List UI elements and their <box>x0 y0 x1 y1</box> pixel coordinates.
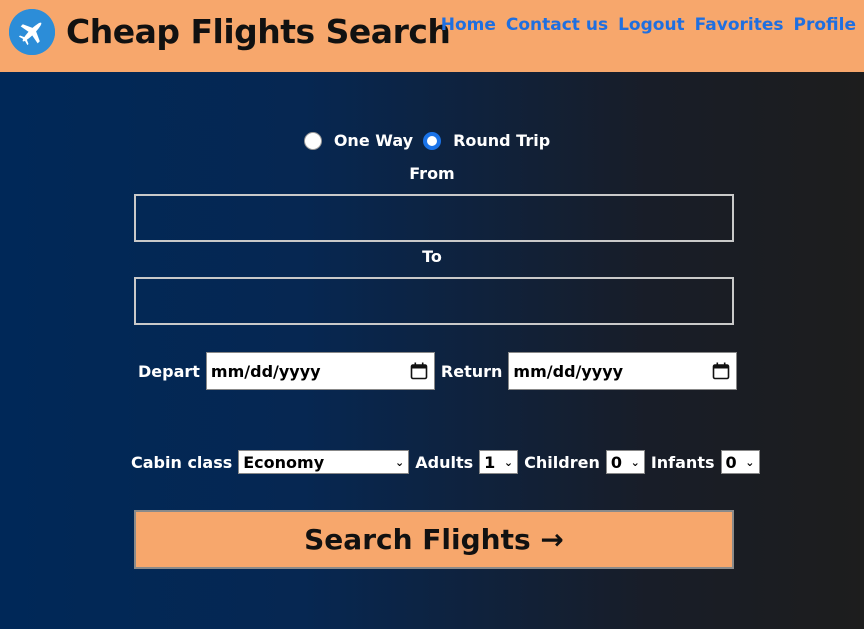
cabin-class-value: Economy <box>243 452 325 472</box>
depart-date-value: mm/dd/yyyy <box>210 361 321 381</box>
children-select[interactable]: 0 ⌄ <box>605 450 645 474</box>
one-way-radio[interactable] <box>303 131 322 150</box>
children-value: 0 <box>610 452 622 472</box>
one-way-label: One Way <box>333 131 414 150</box>
infants-label: Infants <box>650 452 715 472</box>
chevron-down-icon: ⌄ <box>503 455 514 469</box>
children-label: Children <box>524 452 600 472</box>
calendar-icon[interactable] <box>410 362 428 380</box>
cabin-class-label: Cabin class <box>131 452 233 472</box>
trip-type-group: One Way Round Trip <box>0 131 864 150</box>
depart-label: Depart <box>138 361 200 381</box>
round-trip-radio[interactable] <box>423 131 442 150</box>
passenger-row: Cabin class Economy ⌄ Adults 1 ⌄ Childre… <box>131 450 760 474</box>
depart-date-input[interactable]: mm/dd/yyyy <box>205 352 435 390</box>
nav-favorites-link[interactable]: Favorites <box>695 15 784 35</box>
search-form: One Way Round Trip From To Depart mm/dd/… <box>0 72 864 629</box>
chevron-down-icon: ⌄ <box>745 455 755 469</box>
calendar-icon[interactable] <box>712 362 730 380</box>
cabin-class-select[interactable]: Economy ⌄ <box>238 450 410 474</box>
adults-value: 1 <box>484 452 496 472</box>
from-input[interactable] <box>134 194 734 242</box>
site-title: Cheap Flights Search <box>66 12 451 51</box>
return-date-input[interactable]: mm/dd/yyyy <box>508 352 738 390</box>
adults-label: Adults <box>415 452 474 472</box>
airplane-icon[interactable] <box>9 9 55 55</box>
return-date-value: mm/dd/yyyy <box>513 361 624 381</box>
to-label: To <box>422 247 442 266</box>
return-label: Return <box>440 361 503 381</box>
chevron-down-icon: ⌄ <box>395 455 405 469</box>
nav-contact-link[interactable]: Contact us <box>506 15 608 35</box>
round-trip-label: Round Trip <box>453 131 551 150</box>
adults-select[interactable]: 1 ⌄ <box>479 450 519 474</box>
from-label: From <box>409 164 455 183</box>
nav-home-link[interactable]: Home <box>441 15 496 35</box>
infants-value: 0 <box>725 452 737 472</box>
top-nav: Home Contact us Logout Favorites Profile <box>441 15 856 35</box>
nav-logout-link[interactable]: Logout <box>618 15 685 35</box>
chevron-down-icon: ⌄ <box>630 455 640 469</box>
search-flights-button[interactable]: Search Flights → <box>134 510 734 569</box>
nav-profile-link[interactable]: Profile <box>794 15 856 35</box>
date-row: Depart mm/dd/yyyy Return mm/dd/yyyy <box>138 352 738 390</box>
to-input[interactable] <box>134 277 734 325</box>
site-header: Cheap Flights Search Home Contact us Log… <box>0 0 864 72</box>
infants-select[interactable]: 0 ⌄ <box>720 450 760 474</box>
